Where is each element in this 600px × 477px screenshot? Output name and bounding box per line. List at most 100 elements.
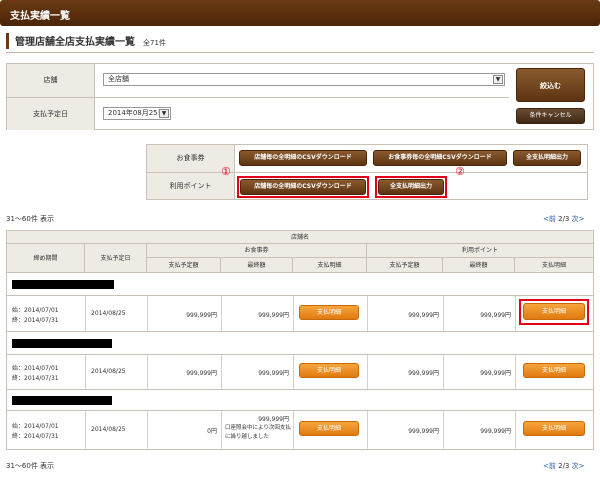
column-divider	[443, 411, 444, 449]
column-divider	[147, 296, 148, 331]
store-select[interactable]: 全店舗 ▼	[103, 73, 505, 86]
points-detail-button[interactable]: 支払明細	[523, 421, 585, 436]
points-planned-header: 支払予定額	[367, 258, 443, 273]
points-store-csv-button[interactable]: 店舗毎の全明細のCSVダウンロード	[240, 179, 366, 195]
pager-prev[interactable]: <前	[543, 462, 556, 470]
store-name-row	[7, 390, 593, 410]
points-planned: 999,999円	[408, 312, 439, 319]
meal-detail-button[interactable]: 支払明細	[299, 363, 359, 378]
pager-bottom: <前 2/3 次>	[543, 461, 584, 471]
column-divider	[367, 296, 368, 331]
column-divider	[85, 355, 86, 389]
period-start: 始：2014/07/01	[12, 365, 59, 372]
period-start: 始：2014/07/01	[12, 423, 59, 430]
period-end: 終：2014/07/31	[12, 433, 59, 440]
points-final-header: 最終額	[443, 258, 515, 273]
page-title: 支払実績一覧	[10, 11, 70, 22]
period-end: 終：2014/07/31	[12, 317, 59, 324]
meal-planned: 999,999円	[186, 312, 217, 319]
points-final: 999,999円	[480, 370, 511, 377]
column-divider	[85, 411, 86, 449]
pager-page: 2/3	[558, 462, 570, 470]
column-divider	[293, 411, 294, 449]
payment-date: 2014/08/25	[91, 426, 126, 433]
column-divider	[367, 411, 368, 449]
points-group-header: 利用ポイント	[367, 244, 593, 258]
column-divider	[221, 296, 222, 331]
payment-date: 2014/08/25	[91, 368, 126, 375]
payment-date: 2014/08/25	[91, 310, 126, 317]
points-detail-button[interactable]: 支払明細	[523, 303, 585, 320]
period-end: 終：2014/07/31	[12, 375, 59, 382]
payment-date-header: 支払予定日	[85, 244, 147, 273]
column-divider	[367, 355, 368, 389]
meal-final: 999,999円	[258, 312, 289, 319]
column-divider	[85, 296, 86, 331]
meal-store-csv-button[interactable]: 店舗毎の全明細のCSVダウンロード	[239, 150, 367, 166]
meal-planned-header: 支払予定額	[147, 258, 221, 273]
meal-all-print-button[interactable]: 全支払明細出力	[513, 150, 581, 166]
search-button[interactable]: 絞込む	[516, 68, 585, 102]
column-divider	[221, 411, 222, 449]
filter-panel: 店舗 支払予定日 全店舗 ▼ 2014年08月25日 ▼ 絞込む 条件キャンセル	[6, 63, 594, 130]
points-final: 999,999円	[480, 312, 511, 319]
section-title: 管理店舗全店支払実績一覧 全71件	[6, 33, 166, 49]
date-label: 支払予定日	[7, 98, 95, 130]
annotation-2: ②	[455, 165, 465, 178]
pager-next[interactable]: 次>	[572, 462, 585, 470]
date-select[interactable]: 2014年08月25日 ▼	[103, 107, 171, 120]
meal-planned: 0円	[207, 428, 217, 435]
divider	[6, 52, 594, 53]
meal-planned: 999,999円	[186, 370, 217, 377]
pager-page: 2/3	[558, 215, 570, 223]
chevron-down-icon[interactable]: ▼	[493, 75, 503, 84]
cancel-filter-button[interactable]: 条件キャンセル	[516, 108, 585, 124]
pager-next[interactable]: 次>	[572, 215, 585, 223]
points-all-print-button[interactable]: 全支払明細出力	[378, 179, 444, 195]
meal-final: 999,999円	[258, 416, 289, 423]
points-detail-button[interactable]: 支払明細	[523, 363, 585, 378]
chevron-down-icon[interactable]: ▼	[159, 109, 169, 118]
column-divider	[443, 355, 444, 389]
payment-table: 店舗名 締め期間 支払予定日 お食事券 利用ポイント 支払予定額 最終額 支払明…	[6, 230, 594, 450]
meal-ticket-csv-button[interactable]: お食事券毎の全明細CSVダウンロード	[373, 150, 507, 166]
table-row: 始：2014/07/01 終：2014/07/31 2014/08/25 999…	[7, 355, 593, 389]
column-divider	[443, 296, 444, 331]
meal-note: 口座照会中により次回支払に繰り越しました	[225, 425, 291, 440]
points-detail-header: 支払明細	[515, 258, 593, 273]
date-select-value: 2014年08月25日	[108, 109, 165, 117]
meal-detail-button[interactable]: 支払明細	[299, 305, 359, 320]
store-label: 店舗	[7, 64, 95, 97]
points-planned: 999,999円	[408, 428, 439, 435]
meal-detail-header: 支払明細	[293, 258, 367, 273]
points-planned: 999,999円	[408, 370, 439, 377]
column-divider	[515, 411, 516, 449]
column-divider	[515, 296, 516, 331]
store-name-header: 店舗名	[7, 231, 593, 244]
annotation-1: ①	[221, 165, 231, 178]
total-count: 全71件	[143, 39, 166, 47]
section-title-text: 管理店舗全店支払実績一覧	[15, 37, 135, 48]
meal-final-header: 最終額	[221, 258, 293, 273]
meal-detail-button[interactable]: 支払明細	[299, 421, 359, 436]
range-text-top: 31～60件 表示	[6, 215, 55, 223]
column-divider	[293, 355, 294, 389]
page-header: 支払実績一覧	[0, 0, 600, 26]
download-panel: お食事券 利用ポイント 店舗毎の全明細のCSVダウンロード お食事券毎の全明細C…	[146, 144, 588, 200]
redacted-store-name	[12, 280, 114, 289]
table-row: 始：2014/07/01 終：2014/07/31 2014/08/25 0円 …	[7, 411, 593, 449]
pager-top: <前 2/3 次>	[543, 214, 584, 224]
redacted-store-name	[12, 339, 112, 348]
period-start: 始：2014/07/01	[12, 307, 59, 314]
closing-period-header: 締め期間	[7, 244, 85, 273]
column-divider	[147, 355, 148, 389]
column-divider	[221, 355, 222, 389]
store-name-row	[7, 332, 593, 354]
column-divider	[293, 296, 294, 331]
pager-prev[interactable]: <前	[543, 215, 556, 223]
range-text-bottom: 31～60件 表示	[6, 462, 55, 470]
meal-group-header: お食事券	[147, 244, 367, 258]
column-divider	[147, 411, 148, 449]
store-name-row	[7, 273, 593, 295]
column-divider	[515, 355, 516, 389]
